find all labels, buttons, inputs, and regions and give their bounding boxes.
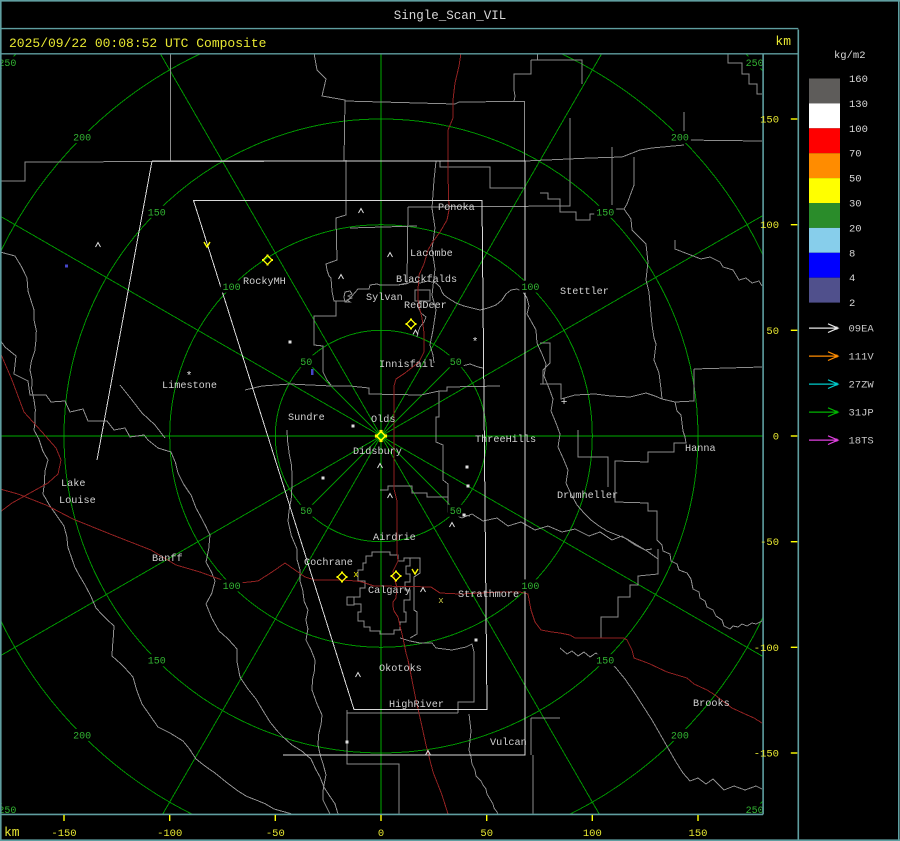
svg-text:50: 50 — [480, 828, 493, 840]
svg-text:0: 0 — [378, 828, 384, 840]
svg-text:Banff: Banff — [152, 553, 183, 565]
svg-text:100: 100 — [521, 582, 539, 593]
svg-text:18TS: 18TS — [849, 436, 874, 448]
svg-text:-150: -150 — [51, 828, 76, 840]
svg-text:200: 200 — [73, 731, 91, 742]
svg-text:50: 50 — [300, 507, 312, 518]
svg-text:-100: -100 — [754, 643, 779, 655]
svg-text:RedDeer: RedDeer — [404, 300, 447, 312]
svg-text:250: 250 — [0, 59, 16, 70]
svg-text:100: 100 — [223, 582, 241, 593]
svg-text:Lake: Lake — [61, 478, 85, 490]
svg-text:130: 130 — [849, 99, 868, 111]
svg-text:-150: -150 — [754, 749, 779, 761]
svg-text:150: 150 — [596, 208, 614, 219]
svg-text:Drumheller: Drumheller — [557, 490, 618, 502]
svg-text:*: * — [472, 337, 479, 349]
svg-text:20: 20 — [849, 223, 862, 235]
svg-text:50: 50 — [300, 358, 312, 369]
svg-text:Olds: Olds — [371, 414, 395, 426]
svg-text:Okotoks: Okotoks — [379, 663, 422, 675]
svg-text:200: 200 — [671, 731, 689, 742]
svg-text:Brooks: Brooks — [693, 698, 730, 710]
svg-text:50: 50 — [849, 174, 862, 186]
svg-text:100: 100 — [521, 283, 539, 294]
svg-text:x: x — [438, 596, 443, 606]
svg-text:31JP: 31JP — [849, 408, 874, 420]
svg-text:150: 150 — [596, 657, 614, 668]
svg-text:x: x — [353, 570, 358, 580]
svg-text:250: 250 — [746, 59, 764, 70]
svg-text:50: 50 — [450, 507, 462, 518]
svg-text:30: 30 — [849, 199, 862, 211]
svg-text:100: 100 — [760, 220, 779, 232]
svg-text:50: 50 — [450, 358, 462, 369]
svg-text:HighRiver: HighRiver — [389, 699, 444, 711]
svg-text:Didsbury: Didsbury — [353, 446, 402, 458]
svg-text:-100: -100 — [157, 828, 182, 840]
svg-text:Louise: Louise — [59, 495, 96, 507]
svg-text:Airdrie: Airdrie — [373, 532, 416, 544]
svg-text:Innisfail: Innisfail — [379, 359, 434, 371]
svg-text:27ZW: 27ZW — [849, 380, 875, 392]
svg-text:Sundre: Sundre — [288, 412, 325, 424]
svg-text:150: 150 — [148, 657, 166, 668]
svg-text:Sylvan: Sylvan — [366, 292, 403, 304]
svg-text:100: 100 — [849, 124, 868, 136]
svg-text:Strathmore: Strathmore — [458, 589, 519, 601]
svg-text:100: 100 — [223, 283, 241, 294]
svg-text:200: 200 — [671, 134, 689, 145]
svg-text:ThreeHills: ThreeHills — [475, 434, 536, 446]
svg-text:8: 8 — [849, 248, 855, 260]
svg-text:Hanna: Hanna — [685, 444, 716, 455]
svg-text:Blackfalds: Blackfalds — [396, 274, 457, 286]
svg-text:70: 70 — [849, 149, 862, 161]
svg-text:Single_Scan_VIL: Single_Scan_VIL — [394, 9, 507, 23]
svg-text:160: 160 — [849, 74, 868, 86]
svg-text:2: 2 — [849, 298, 855, 310]
svg-text:4: 4 — [849, 273, 855, 285]
svg-text:Cochrane: Cochrane — [304, 557, 353, 569]
svg-text:km: km — [775, 34, 791, 49]
svg-text:150: 150 — [689, 828, 708, 840]
svg-text:200: 200 — [73, 134, 91, 145]
svg-text:*: * — [186, 371, 193, 383]
svg-text:Ponoka: Ponoka — [438, 202, 475, 214]
svg-text:2025/09/22 00:08:52 UTC Compos: 2025/09/22 00:08:52 UTC Composite — [9, 36, 266, 51]
svg-text:kg/m2: kg/m2 — [834, 50, 866, 62]
svg-text:50: 50 — [766, 326, 779, 338]
svg-text:-50: -50 — [266, 828, 285, 840]
svg-text:Vulcan: Vulcan — [490, 737, 527, 749]
svg-text:150: 150 — [148, 208, 166, 219]
svg-text:09EA: 09EA — [849, 324, 875, 336]
svg-text:Calgary: Calgary — [368, 585, 411, 597]
svg-text:150: 150 — [760, 115, 779, 127]
svg-text:-50: -50 — [760, 537, 779, 549]
svg-text:111V: 111V — [849, 352, 875, 364]
svg-text:Stettler: Stettler — [560, 286, 609, 298]
svg-text:Lacombe: Lacombe — [410, 248, 453, 260]
svg-text:+: + — [561, 397, 568, 409]
svg-text:0: 0 — [773, 432, 779, 444]
svg-text:RockyMH: RockyMH — [243, 276, 286, 288]
svg-text:km: km — [4, 825, 20, 840]
svg-text:100: 100 — [583, 828, 602, 840]
